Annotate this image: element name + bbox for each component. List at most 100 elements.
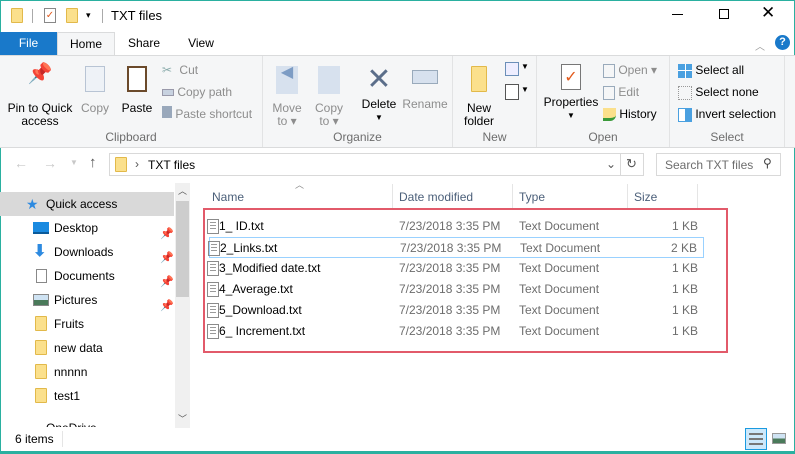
file-row[interactable]: 1_ ID.txt 7/23/2018 3:35 PM Text Documen…: [207, 216, 704, 237]
label: Properties: [543, 95, 599, 109]
refresh-icon[interactable]: ↻: [626, 156, 637, 172]
label: access: [21, 114, 59, 128]
history-icon: [603, 108, 616, 122]
large-icons-view-button[interactable]: [772, 433, 786, 444]
label: Paste: [121, 101, 153, 115]
file-row[interactable]: 2_Links.txt 7/23/2018 3:35 PM Text Docum…: [208, 237, 704, 258]
divider: [32, 9, 33, 23]
details-view-icon: [749, 433, 763, 445]
text-file-icon: [207, 282, 219, 297]
minimize-button[interactable]: [672, 14, 683, 15]
invert-selection-button[interactable]: Invert selection: [678, 104, 776, 124]
recent-locations-button[interactable]: ▼: [70, 158, 78, 167]
search-input[interactable]: Search TXT files ⚲: [656, 153, 781, 176]
column-header-name[interactable]: Name: [212, 186, 244, 208]
delete-button[interactable]: ✕ Delete ▼: [359, 62, 399, 124]
scroll-down-arrow[interactable]: ﹀: [178, 412, 187, 425]
tab-share[interactable]: Share: [118, 32, 170, 55]
paste-icon: [127, 66, 147, 92]
easy-access-icon[interactable]: [505, 84, 519, 100]
history-button[interactable]: History: [603, 104, 657, 124]
breadcrumb-current[interactable]: TXT files: [148, 158, 195, 172]
open-button[interactable]: Open ▾: [603, 60, 657, 80]
move-to-button[interactable]: ◀ Move to ▾: [269, 65, 305, 128]
address-dropdown-icon[interactable]: ⌄: [606, 157, 616, 171]
new-folder-quick-icon[interactable]: [66, 8, 78, 23]
file-size: 2 KB: [670, 241, 697, 255]
nav-item-test1[interactable]: test1: [0, 384, 174, 408]
paste-shortcut-button[interactable]: Paste shortcut: [162, 104, 252, 124]
chevron-down-icon: ▼: [521, 62, 529, 71]
copy-button[interactable]: Copy: [78, 66, 112, 115]
nav-item-new-data[interactable]: new data: [0, 336, 174, 360]
address-bar[interactable]: › TXT files ⌄ ↻: [109, 153, 644, 176]
edit-button[interactable]: Edit: [603, 82, 639, 102]
file-row[interactable]: 3_Modified date.txt 7/23/2018 3:35 PM Te…: [207, 258, 704, 279]
file-date: 7/23/2018 3:35 PM: [399, 303, 501, 317]
nav-scrollbar[interactable]: ︿ ﹀: [175, 183, 190, 428]
column-divider[interactable]: [697, 184, 698, 208]
column-divider[interactable]: [512, 184, 513, 208]
back-button[interactable]: ←: [14, 155, 28, 171]
new-item-icon[interactable]: [505, 62, 519, 76]
group-label: New: [482, 130, 507, 144]
maximize-button[interactable]: [719, 9, 729, 19]
copy-icon: [85, 66, 105, 92]
nav-item-downloads[interactable]: ⬇ Downloads 📌: [0, 240, 174, 264]
collapse-ribbon-icon[interactable]: ︿: [755, 38, 765, 53]
nav-item-onedrive[interactable]: ☁ OneDrive: [0, 418, 174, 427]
folder-icon: [115, 157, 127, 172]
pictures-icon: [33, 294, 49, 306]
up-button[interactable]: ↑: [89, 154, 97, 171]
label: folder: [463, 114, 495, 128]
nav-item-quick-access[interactable]: ★ Quick access: [0, 192, 174, 216]
scrollbar-thumb[interactable]: [176, 201, 189, 297]
folder-icon: [35, 316, 47, 331]
new-folder-button[interactable]: New folder: [459, 66, 499, 128]
group-label: Clipboard: [105, 130, 157, 144]
forward-button[interactable]: →: [43, 155, 57, 171]
select-none-button[interactable]: Select none: [678, 82, 759, 102]
select-all-button[interactable]: Select all: [678, 60, 744, 80]
cut-button[interactable]: ✂ Cut: [162, 60, 198, 80]
label: Paste shortcut: [175, 107, 253, 121]
nav-label: Documents: [54, 269, 115, 283]
tab-view[interactable]: View: [178, 32, 224, 55]
copy-path-icon: [162, 89, 174, 96]
customize-toolbar-icon[interactable]: ▾: [86, 10, 91, 21]
properties-button[interactable]: ✓ Properties ▼: [541, 64, 601, 122]
nav-item-pictures[interactable]: Pictures 📌: [0, 288, 174, 312]
nav-item-fruits[interactable]: Fruits: [0, 312, 174, 336]
paste-button[interactable]: Paste: [118, 66, 156, 115]
scroll-up-arrow[interactable]: ︿: [178, 184, 187, 197]
folder-icon: [11, 8, 23, 23]
pin-quick-access-button[interactable]: 📌 Pin to Quick access: [4, 64, 76, 128]
divider: [102, 9, 103, 23]
column-header-size[interactable]: Size: [634, 186, 657, 208]
nav-item-desktop[interactable]: Desktop 📌: [0, 216, 174, 240]
paste-shortcut-icon: [162, 106, 172, 118]
copy-path-button[interactable]: Copy path: [162, 82, 232, 102]
column-header-type[interactable]: Type: [519, 186, 545, 208]
properties-quick-icon[interactable]: ✓: [44, 8, 56, 23]
column-divider[interactable]: [627, 184, 628, 208]
help-icon[interactable]: ?: [775, 35, 790, 50]
column-header-date[interactable]: Date modified: [399, 186, 473, 208]
file-row[interactable]: 4_Average.txt 7/23/2018 3:35 PM Text Doc…: [207, 279, 704, 300]
select-all-icon: [678, 63, 692, 78]
file-row[interactable]: 6_ Increment.txt 7/23/2018 3:35 PM Text …: [207, 321, 704, 342]
edit-icon: [603, 85, 615, 100]
tab-home[interactable]: Home: [57, 32, 115, 56]
copy-to-button[interactable]: Copy to ▾: [311, 66, 347, 128]
file-type: Text Document: [519, 261, 600, 275]
file-date: 7/23/2018 3:35 PM: [399, 324, 501, 338]
nav-item-nnnnn[interactable]: nnnnn: [0, 360, 174, 384]
file-row[interactable]: 5_Download.txt 7/23/2018 3:35 PM Text Do…: [207, 300, 704, 321]
close-button[interactable]: ✕: [761, 3, 775, 23]
nav-item-documents[interactable]: Documents 📌: [0, 264, 174, 288]
column-divider[interactable]: [392, 184, 393, 208]
rename-button[interactable]: Rename: [401, 66, 449, 111]
text-file-icon: [207, 324, 219, 339]
details-view-button[interactable]: [745, 428, 767, 450]
tab-file[interactable]: File: [0, 32, 57, 55]
